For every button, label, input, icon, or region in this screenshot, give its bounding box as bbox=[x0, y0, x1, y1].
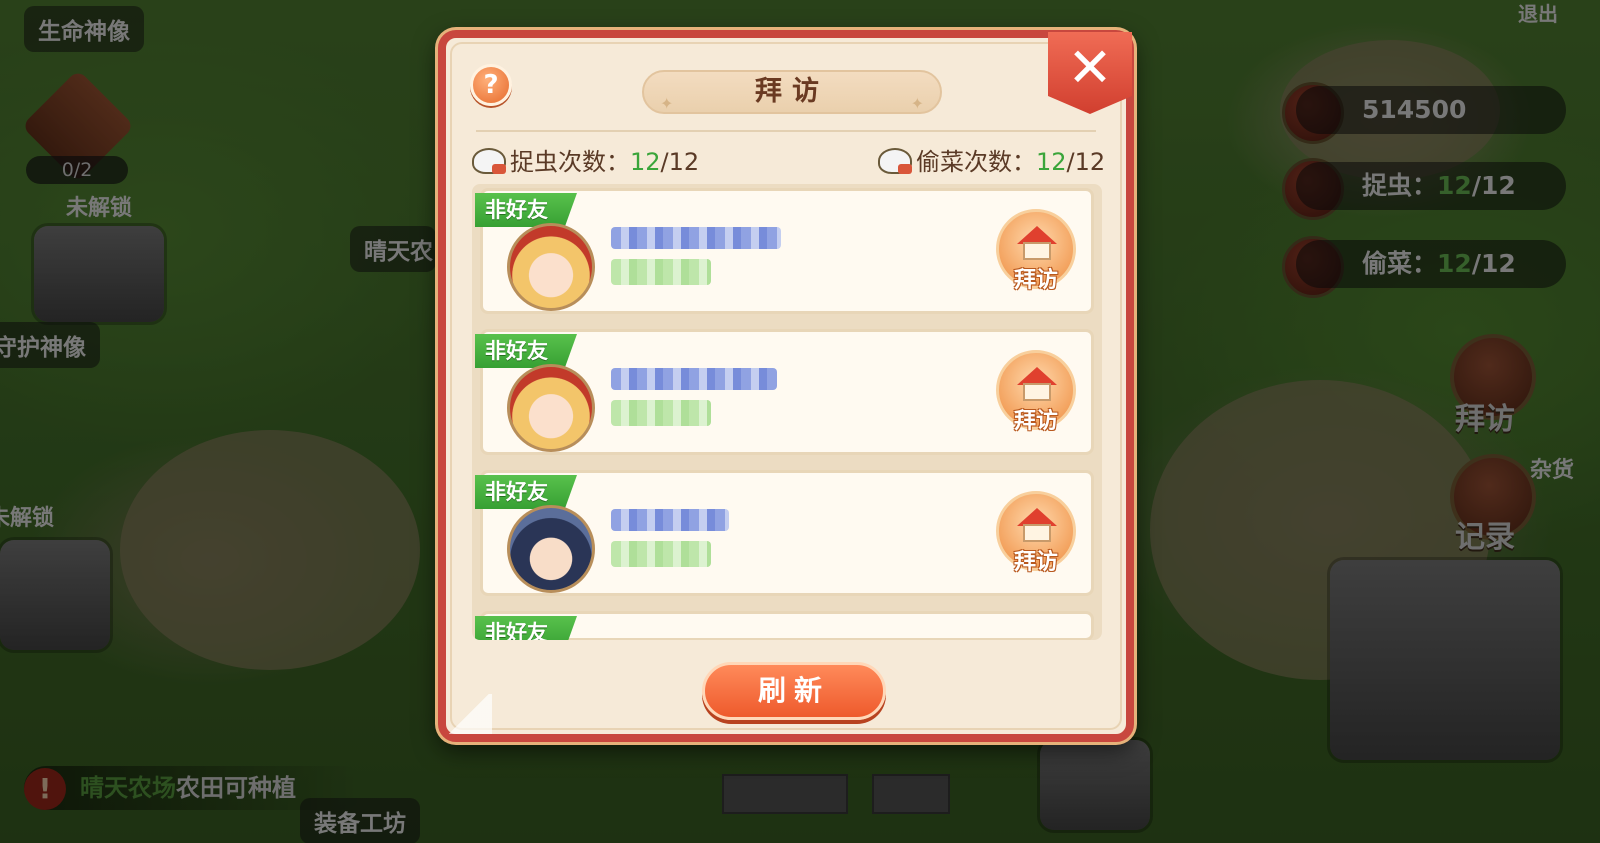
non-friend-tag: 非好友 bbox=[475, 616, 577, 640]
player-card: 非好友 拜访 bbox=[475, 329, 1094, 455]
non-friend-tag: 非好友 bbox=[475, 475, 577, 509]
thief-glove-icon bbox=[878, 148, 912, 174]
player-card: 非好友 bbox=[475, 611, 1094, 640]
visit-dialog: ? ✦ 拜访 ✦ ✕ 捉虫次数：12/12 偷菜次数：12/12 非好友 拜访 … bbox=[438, 30, 1134, 742]
corner-fold bbox=[446, 694, 492, 734]
bug-net-icon bbox=[472, 148, 506, 174]
catch-count-total: /12 bbox=[660, 148, 700, 176]
sparkle-icon: ✦ bbox=[660, 94, 674, 113]
catch-count-value: 12 bbox=[630, 148, 661, 176]
sparkle-icon: ✦ bbox=[910, 94, 924, 113]
player-card: 非好友 拜访 bbox=[475, 188, 1094, 314]
visit-button[interactable]: 拜访 bbox=[996, 350, 1076, 434]
avatar[interactable] bbox=[507, 505, 595, 593]
close-icon: ✕ bbox=[1067, 36, 1113, 99]
steal-count-value: 12 bbox=[1036, 148, 1067, 176]
player-name-redacted bbox=[611, 368, 777, 390]
visit-button-label: 拜访 bbox=[1013, 550, 1058, 575]
player-level-redacted bbox=[611, 400, 711, 426]
house-icon bbox=[1017, 226, 1057, 260]
divider bbox=[476, 130, 1096, 132]
steal-count-stat: 偷菜次数：12/12 bbox=[878, 142, 1105, 177]
dialog-title: 拜访 bbox=[755, 76, 829, 107]
player-level-redacted bbox=[611, 541, 711, 567]
visit-button-label: 拜访 bbox=[1013, 409, 1058, 434]
catch-count-stat: 捉虫次数：12/12 bbox=[472, 142, 699, 177]
help-icon[interactable]: ? bbox=[470, 64, 512, 106]
refresh-button[interactable]: 刷新 bbox=[702, 662, 886, 720]
player-name-redacted bbox=[611, 509, 729, 531]
close-button[interactable]: ✕ bbox=[1048, 32, 1132, 114]
player-list[interactable]: 非好友 拜访 非好友 拜访 非好友 拜访 非好友 bbox=[472, 184, 1102, 640]
catch-count-label: 捉虫次数： bbox=[510, 148, 630, 176]
player-level-redacted bbox=[611, 259, 711, 285]
house-icon bbox=[1017, 367, 1057, 401]
dialog-title-plate: ✦ 拜访 ✦ bbox=[642, 70, 942, 114]
non-friend-tag: 非好友 bbox=[475, 334, 577, 368]
visit-button-label: 拜访 bbox=[1013, 268, 1058, 293]
player-name-redacted bbox=[611, 227, 781, 249]
steal-count-total: /12 bbox=[1066, 148, 1106, 176]
visit-button[interactable]: 拜访 bbox=[996, 491, 1076, 575]
steal-count-label: 偷菜次数： bbox=[916, 148, 1036, 176]
player-card: 非好友 拜访 bbox=[475, 470, 1094, 596]
avatar[interactable] bbox=[507, 364, 595, 452]
non-friend-tag: 非好友 bbox=[475, 193, 577, 227]
refresh-label: 刷新 bbox=[757, 674, 830, 707]
house-icon bbox=[1017, 508, 1057, 542]
visit-button[interactable]: 拜访 bbox=[996, 209, 1076, 293]
avatar[interactable] bbox=[507, 223, 595, 311]
